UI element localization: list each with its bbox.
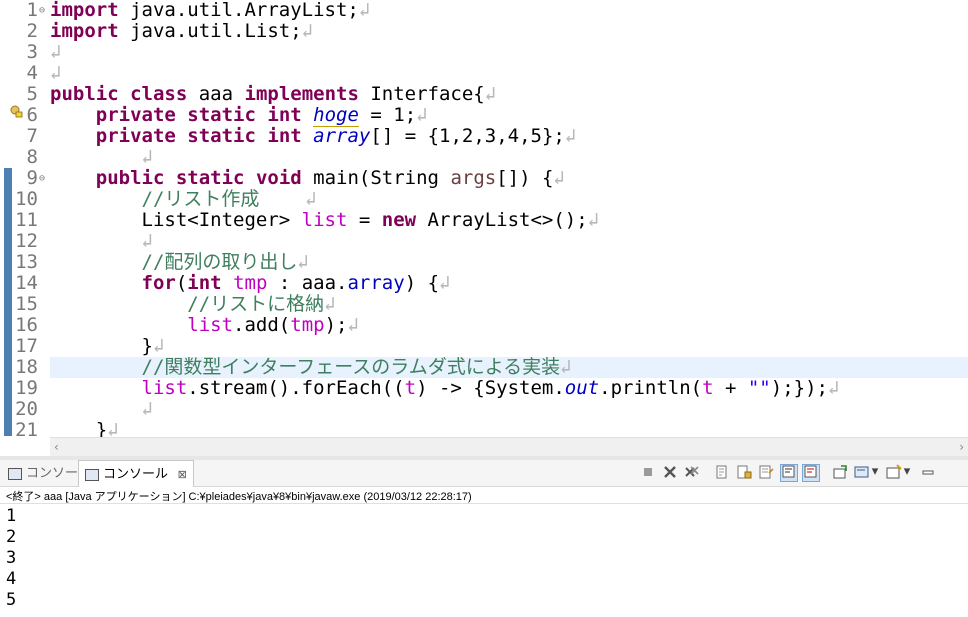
output-line: 3 [6,548,17,568]
tab-console-active[interactable]: コンソール ⊠ [78,460,194,487]
overview-ruler [0,0,12,437]
minimize-icon[interactable] [920,464,936,480]
scroll-left-icon[interactable]: ‹ [54,440,59,454]
output-line: 5 [6,590,17,610]
show-on-stderr-icon[interactable] [802,464,820,482]
code-area[interactable]: import java.util.ArrayList;↲ import java… [50,0,968,437]
output-line: 1 [6,506,17,526]
code-line: ↲ [141,146,153,168]
terminate-icon[interactable] [640,464,656,480]
line-number: 4 [26,62,38,84]
scroll-lock-icon[interactable] [736,464,752,480]
line-number: 3 [26,41,38,63]
clear-console-icon[interactable] [714,464,730,480]
line-number: 16 [15,314,38,336]
chevron-down-icon[interactable]: ▾ [902,464,912,480]
remove-all-launches-icon[interactable] [684,464,700,480]
code-line: public static void main(String args[]) {… [95,167,565,189]
line-number: 7 [26,125,38,147]
output-line: 4 [6,569,17,589]
code-line: for(int tmp : aaa.array) {↲ [141,272,451,294]
word-wrap-icon[interactable] [758,464,774,480]
line-number: 1 [26,0,38,21]
line-number: 12 [15,230,38,252]
line-number: 18 [15,356,38,378]
fold-icon[interactable]: ⊖ [39,168,49,189]
code-line: }↲ [50,419,119,438]
line-number: 8 [26,146,38,168]
open-console-icon[interactable] [886,464,902,480]
code-line: private static int hoge = 1;↲ [95,104,428,127]
line-number-gutter: ⊖ ⊖ 1 2 3 4 5 6 7 8 9 10 11 12 13 14 15 … [8,0,50,437]
code-line: ↲ [50,62,62,84]
line-number: 2 [26,20,38,42]
code-line: private static int array[] = {1,2,3,4,5}… [95,125,577,147]
line-number: 5 [26,83,38,105]
code-line: }↲ [50,335,165,357]
code-line: import java.util.ArrayList;↲ [50,0,371,21]
horizontal-scrollbar[interactable]: ‹ › [50,437,968,456]
code-line: list.add(tmp);↲ [187,314,359,336]
code-editor[interactable]: ⊖ ⊖ 1 2 3 4 5 6 7 8 9 10 11 12 13 14 15 … [0,0,968,437]
code-line: ↲ [50,41,62,63]
scroll-right-icon[interactable]: › [959,440,964,454]
code-line: ↲ [141,230,153,252]
line-number: 10 [15,188,38,210]
code-line: import java.util.List;↲ [50,20,314,42]
code-line: List<Integer> list = new ArrayList<>();↲ [50,209,600,231]
line-number: 11 [15,209,38,231]
console-toolbar: ▾ ▾ [640,464,958,482]
line-number: 20 [15,398,38,420]
line-number: 17 [15,335,38,357]
line-number: 14 [15,272,38,294]
console-status-text: <終了> aaa [Java アプリケーション] C:¥pleiades¥jav… [6,491,472,503]
line-number: 13 [15,251,38,273]
console-output[interactable]: 1 2 3 4 5 [0,503,968,617]
code-line: public class aaa implements Interface{↲ [50,83,497,105]
code-line: //配列の取り出し↲ [141,251,309,273]
display-console-icon[interactable] [854,464,870,480]
code-line: list.stream().forEach((t) -> {System.out… [141,377,840,399]
remove-launch-icon[interactable] [662,464,678,480]
code-line: ↲ [141,398,153,420]
console-icon [85,468,99,481]
line-number: 21 [15,419,38,438]
code-line: //リストに格納↲ [187,293,336,315]
line-number: 19 [15,377,38,399]
line-number: 6 [26,104,38,126]
current-code-line: //関数型インターフェースのラムダ式による実装↲ [50,357,968,378]
code-line: //リスト作成 ↲ [141,188,317,210]
line-number: 15 [15,293,38,315]
console-icon [8,467,22,480]
chevron-down-icon[interactable]: ▾ [870,464,880,480]
pin-console-icon[interactable] [832,464,848,480]
output-line: 2 [6,527,17,547]
fold-icon[interactable]: ⊖ [39,0,49,21]
close-tab-icon[interactable]: ⊠ [178,469,187,481]
line-number: 9 [26,167,38,189]
show-on-stdout-icon[interactable] [780,464,798,482]
